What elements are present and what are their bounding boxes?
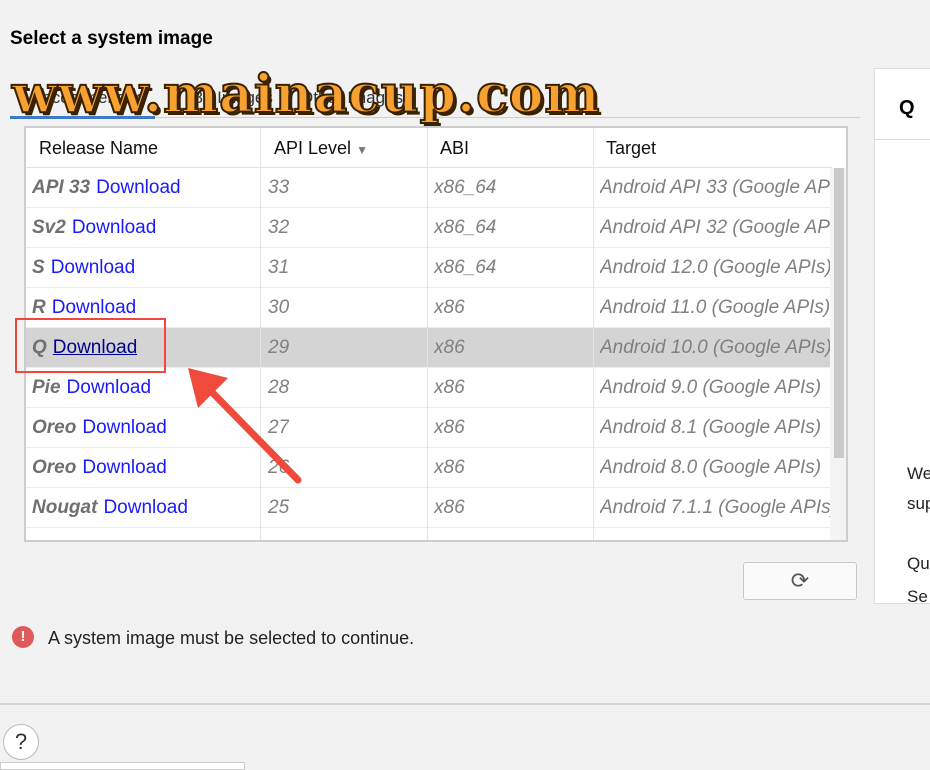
download-link[interactable]: Download bbox=[72, 217, 157, 238]
target: Android 12.0 (Google APIs) bbox=[600, 257, 830, 278]
highlight-box bbox=[15, 318, 166, 373]
abi: x86 bbox=[434, 297, 465, 318]
download-link[interactable]: Download bbox=[51, 257, 136, 278]
release-name: S Download bbox=[32, 257, 136, 278]
refresh-button[interactable]: ⟳ bbox=[743, 562, 857, 600]
detail-text: sup bbox=[907, 494, 930, 513]
col-label: API Level bbox=[274, 138, 352, 158]
error-icon: ! bbox=[12, 626, 34, 648]
abi: x86_64 bbox=[434, 177, 497, 198]
page-title: Select a system image bbox=[10, 28, 213, 49]
arrow-annotation bbox=[188, 368, 302, 484]
api-level: 25 bbox=[268, 497, 290, 518]
scrollbar[interactable] bbox=[830, 168, 846, 540]
target: Android 7.1.1 (Google APIs) bbox=[600, 497, 830, 518]
target: Android 11.0 (Google APIs) bbox=[600, 297, 830, 318]
api-level: 29 bbox=[268, 337, 290, 358]
bottom-tab bbox=[0, 762, 245, 770]
release-name: Sv2 Download bbox=[32, 217, 157, 238]
table-row[interactable]: API 33 Download 33 x86_64 Android API 33 … bbox=[26, 168, 832, 208]
download-link[interactable]: Download bbox=[82, 457, 167, 478]
abi: x86 bbox=[434, 337, 465, 358]
col-target[interactable]: Target bbox=[606, 138, 656, 159]
divider bbox=[875, 139, 930, 140]
download-link[interactable]: Download bbox=[96, 177, 181, 198]
download-link[interactable]: Download bbox=[82, 417, 167, 438]
detail-panel: Q We sup Qu Se bbox=[874, 68, 930, 606]
table-row[interactable]: Oreo Download 26 x86 Android 8.0 (Google … bbox=[26, 448, 832, 488]
abi: x86 bbox=[434, 497, 465, 518]
table-row[interactable]: Oreo Download 27 x86 Android 8.1 (Google … bbox=[26, 408, 832, 448]
release-name: API 33 Download bbox=[32, 177, 181, 198]
col-release-name[interactable]: Release Name bbox=[39, 138, 158, 159]
triangle-down-icon: ▼ bbox=[356, 143, 368, 157]
download-link[interactable]: Download bbox=[52, 297, 137, 318]
release-name: Oreo Download bbox=[32, 457, 167, 478]
target: Android API 32 (Google APIs) bbox=[600, 217, 830, 238]
refresh-icon: ⟳ bbox=[790, 568, 810, 593]
api-level: 30 bbox=[268, 297, 290, 318]
download-link[interactable]: Download bbox=[103, 497, 188, 518]
detail-text: We bbox=[907, 464, 930, 483]
abi: x86 bbox=[434, 377, 465, 398]
table-row[interactable]: Sv2 Download 32 x86_64 Android API 32 (Go… bbox=[26, 208, 832, 248]
abi: x86 bbox=[434, 417, 465, 438]
table-row[interactable]: S Download 31 x86_64 Android 12.0 (Google… bbox=[26, 248, 832, 288]
target: Android 8.1 (Google APIs) bbox=[600, 417, 822, 438]
api-level: 32 bbox=[268, 217, 290, 238]
detail-text: Qu bbox=[907, 554, 930, 573]
abi: x86 bbox=[434, 457, 465, 478]
target: Android 9.0 (Google APIs) bbox=[600, 377, 822, 398]
detail-text: Se bbox=[907, 587, 928, 606]
table-row[interactable]: Nougat Download 25 x86 Android 7.1.1 (Goo… bbox=[26, 488, 832, 528]
table-header: Release Name API Level ▼ ABI Target bbox=[26, 128, 832, 168]
release-name: Pie Download bbox=[32, 377, 152, 398]
target: Android API 33 (Google APIs) bbox=[600, 177, 830, 198]
abi: x86_64 bbox=[434, 217, 497, 238]
release-name: R Download bbox=[32, 297, 137, 318]
column-divider bbox=[593, 128, 594, 540]
error-message: A system image must be selected to conti… bbox=[48, 628, 415, 648]
column-divider bbox=[427, 128, 428, 540]
abi: x86_64 bbox=[434, 257, 497, 278]
api-level: 31 bbox=[268, 257, 290, 278]
divider bbox=[0, 703, 930, 705]
target: Android 10.0 (Google APIs) bbox=[600, 337, 830, 358]
help-button[interactable]: ? bbox=[3, 724, 39, 760]
watermark-logo: www.mainacup.com bbox=[11, 63, 601, 126]
detail-heading: Q bbox=[899, 97, 915, 119]
release-name: Nougat Download bbox=[32, 497, 188, 518]
target: Android 8.0 (Google APIs) bbox=[600, 457, 822, 478]
table-row[interactable]: Pie Download 28 x86 Android 9.0 (Google A… bbox=[26, 368, 832, 408]
api-level: 33 bbox=[268, 177, 290, 198]
col-abi[interactable]: ABI bbox=[440, 138, 469, 159]
download-link[interactable]: Download bbox=[67, 377, 152, 398]
scrollbar-thumb[interactable] bbox=[834, 168, 844, 458]
col-api-level[interactable]: API Level ▼ bbox=[274, 138, 368, 159]
release-name: Oreo Download bbox=[32, 417, 167, 438]
